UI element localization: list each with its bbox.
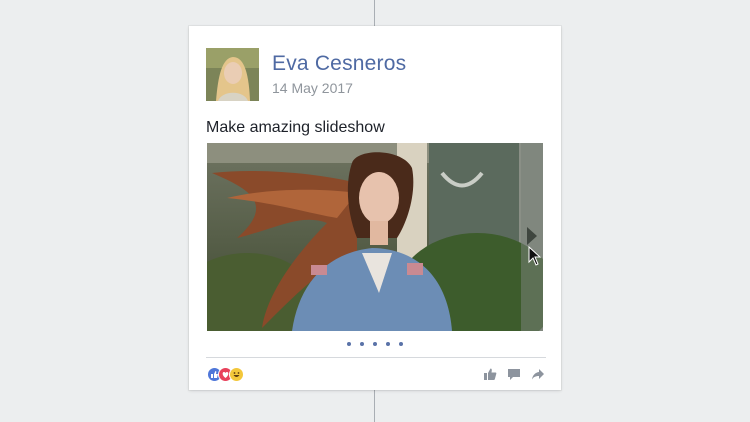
- post-date[interactable]: 14 May 2017: [272, 80, 353, 96]
- post-text: Make amazing slideshow: [206, 119, 385, 136]
- share-icon[interactable]: [531, 367, 545, 381]
- pagination-dot[interactable]: [347, 342, 351, 346]
- pagination-dot[interactable]: [360, 342, 364, 346]
- post-card: Eva Cesneros 14 May 2017 Make amazing sl…: [189, 26, 561, 390]
- author-name[interactable]: Eva Cesneros: [272, 52, 406, 76]
- post-actions: [483, 367, 545, 381]
- comment-icon[interactable]: [507, 367, 521, 381]
- slideshow-next-area[interactable]: [521, 143, 543, 331]
- haha-reaction-icon: [229, 367, 244, 382]
- chevron-right-icon[interactable]: [527, 227, 537, 245]
- pagination-dot[interactable]: [386, 342, 390, 346]
- divider: [206, 357, 546, 358]
- slideshow-pagination: [189, 342, 561, 346]
- thumbs-up-icon[interactable]: [483, 367, 497, 381]
- pagination-dot[interactable]: [373, 342, 377, 346]
- avatar[interactable]: [206, 48, 259, 101]
- pagination-dot[interactable]: [399, 342, 403, 346]
- slideshow-image[interactable]: [207, 143, 543, 331]
- mouse-cursor-icon: [528, 246, 542, 266]
- reactions-summary[interactable]: [207, 367, 244, 382]
